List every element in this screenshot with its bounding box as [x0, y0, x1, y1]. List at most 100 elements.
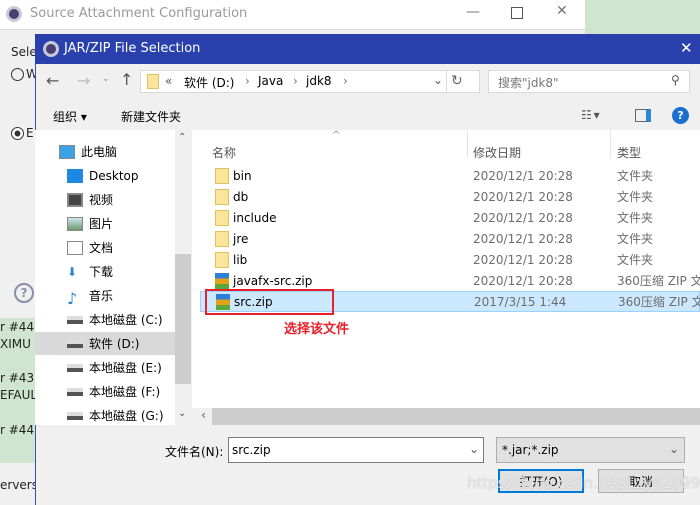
tree-item[interactable]: 文档 — [35, 236, 175, 259]
bg-text: EFAUL — [0, 388, 38, 402]
tree-item[interactable]: 软件 (D:) — [35, 332, 175, 355]
file-type: 文件夹 — [617, 211, 654, 225]
breadcrumb-drive[interactable]: 软件 (D:) — [184, 74, 234, 91]
annotation-box — [205, 289, 334, 315]
address-bar[interactable]: « 软件 (D:) › Java › jdk8 › ⌄ ↻ — [140, 70, 480, 93]
back-button[interactable]: ← — [46, 71, 59, 90]
bg-text: r #43 — [0, 371, 35, 385]
file-date: 2020/12/1 20:28 — [473, 168, 573, 183]
tree-item-label: 软件 (D:) — [89, 337, 140, 351]
file-name: include — [233, 210, 277, 225]
search-placeholder: 搜索"jdk8" — [498, 76, 559, 90]
breadcrumb-java[interactable]: Java — [258, 74, 283, 88]
chevron-down-icon: ⌄ — [669, 442, 680, 456]
organize-menu[interactable]: 组织 ▾ — [53, 108, 87, 125]
column-name[interactable]: 名称 — [212, 144, 236, 161]
tree-item-label: 音乐 — [89, 289, 114, 303]
file-row[interactable]: include 2020/12/1 20:28 文件夹 — [200, 207, 700, 228]
tree-item-label: 本地磁盘 (G:) — [89, 409, 164, 423]
dialog-close-button[interactable]: ✕ — [680, 39, 693, 57]
breadcrumb-jdk8[interactable]: jdk8 — [306, 74, 332, 88]
help-icon[interactable]: ? — [672, 107, 689, 124]
file-row[interactable]: lib 2020/12/1 20:28 文件夹 — [200, 249, 700, 270]
tree-item[interactable]: 此电脑 — [35, 140, 175, 163]
file-name: db — [233, 189, 249, 204]
file-type-select[interactable]: *.jar;*.zip ⌄ — [496, 437, 685, 463]
radio-external[interactable] — [11, 127, 24, 140]
overflow-chevron[interactable]: « — [165, 74, 172, 88]
file-date: 2020/12/1 20:28 — [473, 189, 573, 204]
file-type: 文件夹 — [617, 169, 654, 183]
navigation-pane: 此电脑 Desktop 视频图片 文档 ⬇ 下载 ♪ 音乐本地磁盘 (C:) 软件 (D:) 本地… — [35, 130, 175, 425]
dialog-title: JAR/ZIP File Selection — [64, 41, 201, 56]
tree-item[interactable]: 视频 — [35, 188, 175, 211]
computer-icon — [59, 144, 75, 159]
filename-input[interactable]: src.zip ⌄ — [228, 437, 484, 463]
file-type: 文件夹 — [617, 253, 654, 267]
chevron-down-icon[interactable]: ⌄ — [469, 442, 479, 456]
tree-item[interactable]: ♪ 音乐 — [35, 284, 175, 308]
file-name: bin — [233, 168, 252, 183]
file-date: 2020/12/1 20:28 — [473, 231, 573, 246]
file-row[interactable]: javafx-src.zip 2020/12/1 20:28 360压缩 ZIP 文 — [200, 270, 700, 291]
drive-icon — [67, 315, 83, 324]
forward-button[interactable]: → — [77, 71, 90, 90]
file-type: 文件夹 — [617, 190, 654, 204]
tree-item-label: Desktop — [89, 168, 139, 183]
new-folder-button[interactable]: 新建文件夹 — [121, 108, 181, 125]
nav-scrollbar[interactable]: ⌃ ⌄ — [175, 130, 191, 425]
search-input[interactable]: 搜索"jdk8" ⚲ — [488, 70, 690, 93]
file-name: jre — [233, 231, 249, 246]
maximize-button[interactable] — [511, 7, 523, 19]
tree-item-label: 本地磁盘 (F:) — [89, 385, 161, 399]
view-options-icon[interactable]: ☷ ▾ — [581, 108, 600, 122]
tree-item-label: 本地磁盘 (E:) — [89, 361, 162, 375]
column-date[interactable]: 修改日期 — [473, 144, 521, 161]
folder-icon — [215, 209, 229, 226]
help-icon[interactable]: ? — [14, 283, 34, 303]
tree-item[interactable]: 本地磁盘 (F:) — [35, 380, 175, 403]
tree-item[interactable]: ⬇ 下载 — [35, 260, 175, 283]
file-row[interactable]: bin 2020/12/1 20:28 文件夹 — [200, 165, 700, 186]
tree-item-label: 视频 — [89, 193, 114, 207]
close-button[interactable]: ✕ — [556, 3, 568, 19]
eclipse-icon — [6, 6, 22, 22]
file-row[interactable]: db 2020/12/1 20:28 文件夹 — [200, 186, 700, 207]
desktop-icon — [67, 168, 83, 183]
drive-icon — [67, 411, 83, 420]
file-date: 2020/12/1 20:28 — [473, 252, 573, 267]
folder-icon — [215, 188, 229, 205]
folder-icon — [147, 74, 159, 89]
search-icon[interactable]: ⚲ — [671, 73, 680, 87]
column-type[interactable]: 类型 — [617, 144, 641, 161]
document-icon — [67, 240, 83, 255]
file-name: javafx-src.zip — [233, 273, 313, 288]
horizontal-scrollbar[interactable]: ‹ — [195, 408, 700, 425]
file-type: 360压缩 ZIP 文 — [617, 274, 700, 288]
address-dropdown-icon[interactable]: ⌄ — [433, 73, 443, 87]
drive-icon — [67, 363, 83, 372]
preview-pane-icon[interactable] — [635, 109, 651, 122]
bg-text: r #44 — [0, 320, 35, 334]
refresh-icon[interactable]: ↻ — [451, 73, 463, 89]
file-type-value: *.jar;*.zip — [502, 443, 559, 457]
tree-item[interactable]: 本地磁盘 (C:) — [35, 308, 175, 331]
tree-item[interactable]: 本地磁盘 (G:) — [35, 404, 175, 425]
filename-label: 文件名(N): — [165, 445, 224, 459]
video-icon — [67, 192, 83, 207]
up-button[interactable]: ↑ — [120, 70, 133, 89]
tree-item[interactable]: 本地磁盘 (E:) — [35, 356, 175, 379]
tree-item[interactable]: 图片 — [35, 212, 175, 235]
radio-workspace[interactable] — [11, 68, 24, 81]
file-name: lib — [233, 252, 248, 267]
bg-radio-label: E — [26, 126, 34, 140]
tree-item[interactable]: Desktop — [35, 164, 175, 187]
file-row[interactable]: jre 2020/12/1 20:28 文件夹 — [200, 228, 700, 249]
download-icon: ⬇ — [67, 264, 78, 279]
bg-label: Sele — [11, 45, 37, 59]
file-type: 文件夹 — [617, 232, 654, 246]
music-icon: ♪ — [67, 288, 78, 308]
recent-dropdown[interactable]: ⌄ — [102, 74, 110, 84]
drive-icon — [67, 339, 83, 348]
minimize-button[interactable]: — — [466, 4, 480, 20]
